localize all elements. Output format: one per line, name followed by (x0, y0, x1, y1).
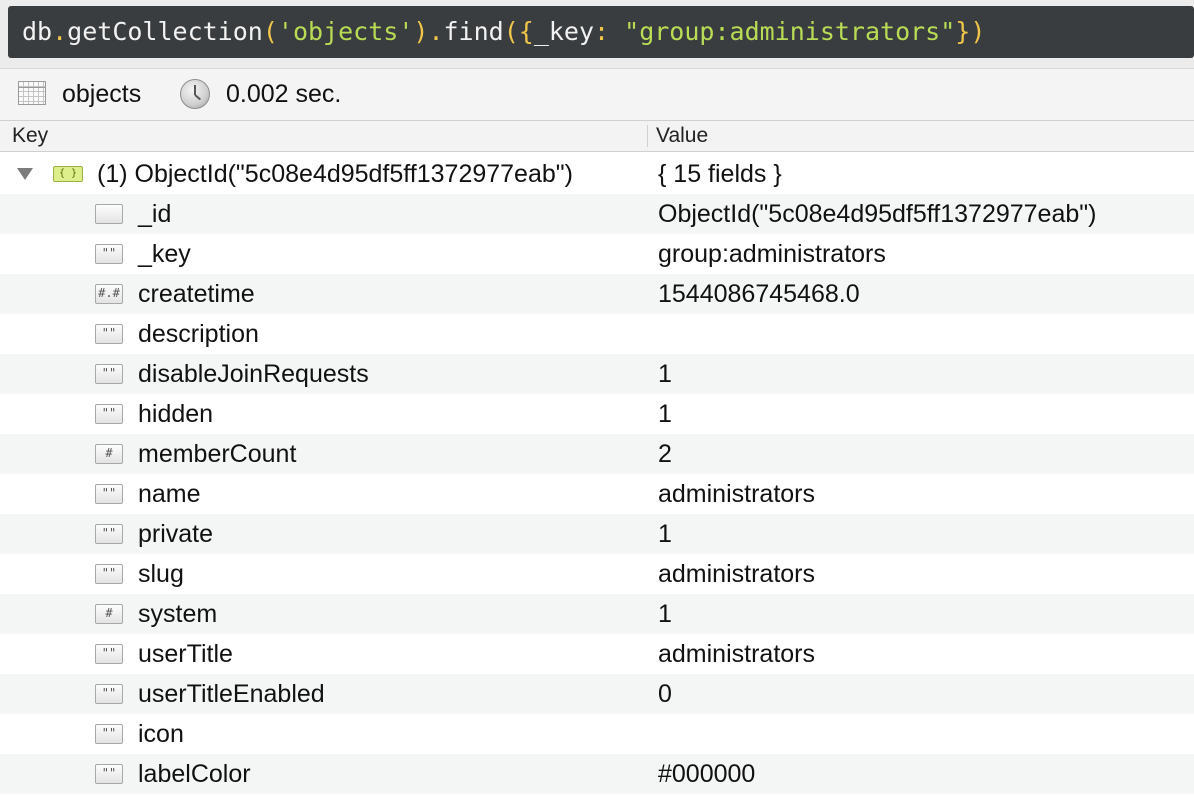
field-value: administrators (658, 480, 815, 508)
field-row[interactable]: _id ObjectId("5c08e4d95df5ff1372977eab") (0, 194, 1194, 234)
int-type-icon: # (95, 444, 123, 464)
string-type-icon: "" (95, 244, 123, 264)
string-type-icon: "" (95, 764, 123, 784)
field-value: 1544086745468.0 (658, 280, 860, 308)
query-method-find: find (443, 17, 504, 46)
tree-root-row[interactable]: { } (1) ObjectId("5c08e4d95df5ff1372977e… (0, 154, 1194, 194)
clock-icon (180, 79, 210, 109)
objectid-type-icon (95, 204, 123, 224)
column-header-row: Key Value (0, 120, 1194, 152)
query-filter-key: _key (533, 17, 595, 46)
query-editor[interactable]: db.getCollection('objects').find({_key: … (8, 6, 1194, 58)
field-key: _key (138, 240, 191, 268)
field-key: description (138, 320, 259, 348)
field-row[interactable]: "" userTitleEnabled 0 (0, 674, 1194, 714)
field-row[interactable]: # system 1 (0, 594, 1194, 634)
field-row[interactable]: "" name administrators (0, 474, 1194, 514)
query-duration: 0.002 sec. (226, 80, 342, 108)
field-value: 2 (658, 440, 672, 468)
result-info-bar: objects 0.002 sec. (0, 68, 1194, 120)
string-type-icon: "" (95, 404, 123, 424)
query-brace-close: }) (955, 17, 986, 46)
field-key: private (138, 520, 214, 548)
root-key: (1) ObjectId("5c08e4d95df5ff1372977eab") (97, 160, 573, 188)
field-row[interactable]: #.# createtime 1544086745468.0 (0, 274, 1194, 314)
string-type-icon: "" (95, 484, 123, 504)
field-key: memberCount (138, 440, 297, 468)
field-value: 1 (658, 600, 672, 628)
field-value: 1 (658, 400, 672, 428)
string-type-icon: "" (95, 684, 123, 704)
query-area: db.getCollection('objects').find({_key: … (0, 0, 1194, 68)
string-type-icon: "" (95, 324, 123, 344)
field-row[interactable]: "" hidden 1 (0, 394, 1194, 434)
field-row[interactable]: "" slug administrators (0, 554, 1194, 594)
field-row[interactable]: "" disableJoinRequests 1 (0, 354, 1194, 394)
field-value: 1 (658, 520, 672, 548)
field-key: labelColor (138, 760, 251, 788)
field-value: group:administrators (658, 240, 886, 268)
result-tree: { } (1) ObjectId("5c08e4d95df5ff1372977e… (0, 154, 1194, 794)
double-type-icon: #.# (95, 284, 123, 304)
query-db: db (22, 17, 53, 46)
field-key: disableJoinRequests (138, 360, 369, 388)
field-key: hidden (138, 400, 214, 428)
query-brace-open: ({ (503, 17, 534, 46)
field-row[interactable]: "" userTitle administrators (0, 634, 1194, 674)
query-dot: . (428, 17, 444, 46)
column-header-key[interactable]: Key (12, 121, 48, 151)
field-key: createtime (138, 280, 255, 308)
query-filter-value: "group:administrators" (624, 17, 956, 46)
field-key: userTitle (138, 640, 233, 668)
field-key: icon (138, 720, 184, 748)
field-key: system (138, 600, 218, 628)
string-type-icon: "" (95, 564, 123, 584)
field-value: 0 (658, 680, 672, 708)
field-key: userTitleEnabled (138, 680, 325, 708)
document-object-icon: { } (53, 166, 83, 182)
column-header-value[interactable]: Value (656, 121, 708, 151)
field-value: ObjectId("5c08e4d95df5ff1372977eab") (658, 200, 1097, 228)
string-type-icon: "" (95, 524, 123, 544)
root-value: { 15 fields } (658, 160, 782, 188)
query-paren: ( (262, 17, 278, 46)
string-type-icon: "" (95, 724, 123, 744)
query-paren: ) (413, 17, 429, 46)
field-value: administrators (658, 560, 815, 588)
field-key: _id (138, 200, 172, 228)
collection-name: objects (62, 80, 142, 108)
field-key: slug (138, 560, 184, 588)
query-collection-literal: 'objects' (277, 17, 414, 46)
field-row[interactable]: "" description (0, 314, 1194, 354)
field-row[interactable]: # memberCount 2 (0, 434, 1194, 474)
table-grid-icon (18, 81, 46, 105)
string-type-icon: "" (95, 364, 123, 384)
disclosure-triangle-icon[interactable] (17, 168, 33, 180)
field-value: 1 (658, 360, 672, 388)
column-resize-handle[interactable] (647, 125, 648, 147)
field-key: name (138, 480, 201, 508)
field-row[interactable]: "" private 1 (0, 514, 1194, 554)
query-method-getcollection: getCollection (67, 17, 263, 46)
field-value: administrators (658, 640, 815, 668)
field-row[interactable]: "" _key group:administrators (0, 234, 1194, 274)
field-row[interactable]: "" icon (0, 714, 1194, 754)
int-type-icon: # (95, 604, 123, 624)
query-dot: . (52, 17, 68, 46)
field-value: #000000 (658, 760, 756, 788)
query-colon: : (594, 17, 625, 46)
string-type-icon: "" (95, 644, 123, 664)
field-row[interactable]: "" labelColor #000000 (0, 754, 1194, 794)
